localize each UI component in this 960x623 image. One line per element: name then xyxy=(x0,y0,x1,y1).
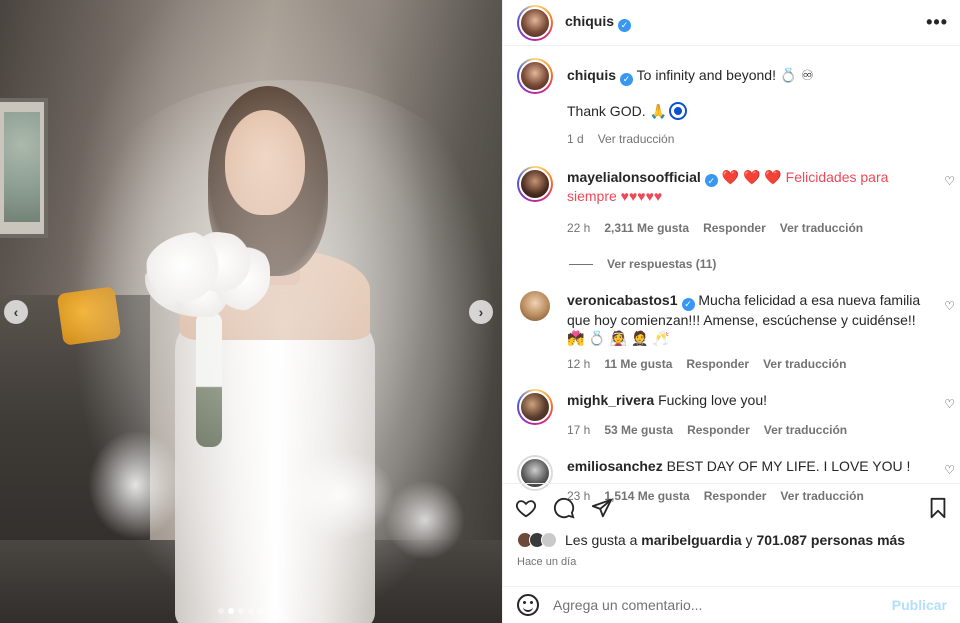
nazar-eye-icon xyxy=(670,103,685,118)
comment-username[interactable]: mighk_rivera xyxy=(567,392,654,408)
comment-item: mighk_rivera Fucking love you! 17 h 53 M… xyxy=(503,388,960,439)
comments-list: chiquis ✓ To infinity and beyond! 💍 ♾ Tha… xyxy=(503,58,960,505)
caption-translate-link[interactable]: Ver traducción xyxy=(598,130,675,148)
more-horizontal-icon[interactable]: ••• xyxy=(926,12,948,33)
post-timestamp[interactable]: Hace un día xyxy=(517,556,576,568)
comment-reply-button[interactable]: Responder xyxy=(687,421,750,439)
view-replies-button[interactable]: Ver respuestas (11) xyxy=(503,257,960,271)
chevron-left-icon: ‹ xyxy=(13,304,19,320)
comment-text: BEST DAY OF MY LIFE. I LOVE YOU ! xyxy=(666,457,911,474)
author-username[interactable]: chiquis ✓ xyxy=(565,13,632,32)
comment-input[interactable] xyxy=(553,597,892,613)
comment-username[interactable]: veronicabastos1 xyxy=(567,292,678,308)
comment-username[interactable]: mayelialonsoofficial xyxy=(567,169,701,185)
likes-mid: y xyxy=(745,532,753,548)
comment-time[interactable]: 12 h xyxy=(567,355,590,373)
post-side-panel: chiquis ✓ ••• chiquis ✓ To infinity and be… xyxy=(502,0,960,623)
comment-like-heart-icon[interactable]: ♡ xyxy=(944,463,955,477)
author-avatar[interactable] xyxy=(517,58,553,94)
caption-time[interactable]: 1 d xyxy=(567,130,584,148)
replies-line xyxy=(569,263,593,265)
post-actions-bar xyxy=(503,483,960,531)
comment-text: Fucking love you! xyxy=(658,391,768,408)
veil-lace xyxy=(285,450,395,540)
carousel-dot xyxy=(238,608,244,614)
comment-username[interactable]: emiliosanchez xyxy=(567,458,663,474)
commenter-avatar[interactable] xyxy=(517,165,553,202)
comment-reply-button[interactable]: Responder xyxy=(686,355,749,373)
carousel-dot xyxy=(218,608,224,614)
liker-avatars xyxy=(517,532,557,548)
comment-like-heart-icon[interactable]: ♡ xyxy=(944,174,955,188)
post-photo[interactable]: ‹ › xyxy=(0,0,502,623)
carousel-dot xyxy=(278,608,284,614)
comment-like-heart-icon[interactable]: ♡ xyxy=(944,397,955,411)
send-icon[interactable] xyxy=(591,497,613,519)
likes-prefix: Les gusta a xyxy=(565,532,638,548)
verified-badge-icon: ✓ xyxy=(618,19,632,32)
caption-username[interactable]: chiquis xyxy=(567,67,616,83)
carousel-dot xyxy=(258,608,264,614)
likes-count[interactable]: 701.087 personas más xyxy=(756,532,905,548)
comment-time[interactable]: 22 h xyxy=(567,219,590,237)
caption: chiquis ✓ To infinity and beyond! 💍 ♾ Tha… xyxy=(503,58,960,148)
post-header: chiquis ✓ ••• xyxy=(503,0,960,46)
carousel-dot xyxy=(228,608,234,614)
comment-item: veronicabastos1 ✓ Mucha felicidad a esa n… xyxy=(503,291,960,373)
emoji-icon[interactable] xyxy=(517,594,539,616)
likes-summary: Les gusta a maribelguardia y 701.087 per… xyxy=(517,532,905,548)
verified-badge-icon: ✓ xyxy=(681,297,695,311)
carousel-prev-button[interactable]: ‹ xyxy=(4,300,28,324)
carousel-indicator xyxy=(218,608,284,614)
comment-translate-link[interactable]: Ver traducción xyxy=(763,355,846,373)
comment-translate-link[interactable]: Ver traducción xyxy=(764,421,847,439)
comment-icon[interactable] xyxy=(553,497,575,519)
likes-username[interactable]: maribelguardia xyxy=(641,532,741,548)
veil-lace xyxy=(385,480,465,560)
chevron-right-icon: › xyxy=(478,304,484,320)
comment-likes[interactable]: 53 Me gusta xyxy=(604,421,673,439)
comment-likes[interactable]: 11 Me gusta xyxy=(604,355,672,373)
comment-likes[interactable]: 2,311 Me gusta xyxy=(604,219,689,237)
add-comment-bar: Publicar xyxy=(503,586,960,623)
carousel-dot xyxy=(268,608,274,614)
veil-lace xyxy=(88,430,183,540)
commenter-avatar[interactable] xyxy=(520,291,550,321)
carousel-dot xyxy=(248,608,254,614)
comment-item: mayelialonsoofficial ✓ ❤️ ❤️ ❤️ Felicidad… xyxy=(503,165,960,238)
heart-icon[interactable] xyxy=(515,497,537,519)
verified-badge-icon: ✓ xyxy=(704,174,718,187)
publish-button[interactable]: Publicar xyxy=(892,597,947,613)
caption-text: To infinity and beyond! 💍 ♾ xyxy=(636,67,814,83)
commenter-avatar[interactable] xyxy=(517,388,553,425)
carousel-next-button[interactable]: › xyxy=(469,300,493,324)
author-avatar[interactable] xyxy=(517,4,553,41)
wall-picture xyxy=(0,98,48,238)
comment-time[interactable]: 17 h xyxy=(567,421,590,439)
verified-badge-icon: ✓ xyxy=(620,72,634,86)
view-replies-label: Ver respuestas (11) xyxy=(607,257,717,271)
comment-like-heart-icon[interactable]: ♡ xyxy=(944,299,955,313)
caption-text-second: Thank GOD. 🙏 xyxy=(567,102,667,119)
comment-translate-link[interactable]: Ver traducción xyxy=(780,219,863,237)
bookmark-icon[interactable] xyxy=(927,497,949,519)
comment-reply-button[interactable]: Responder xyxy=(703,219,766,237)
